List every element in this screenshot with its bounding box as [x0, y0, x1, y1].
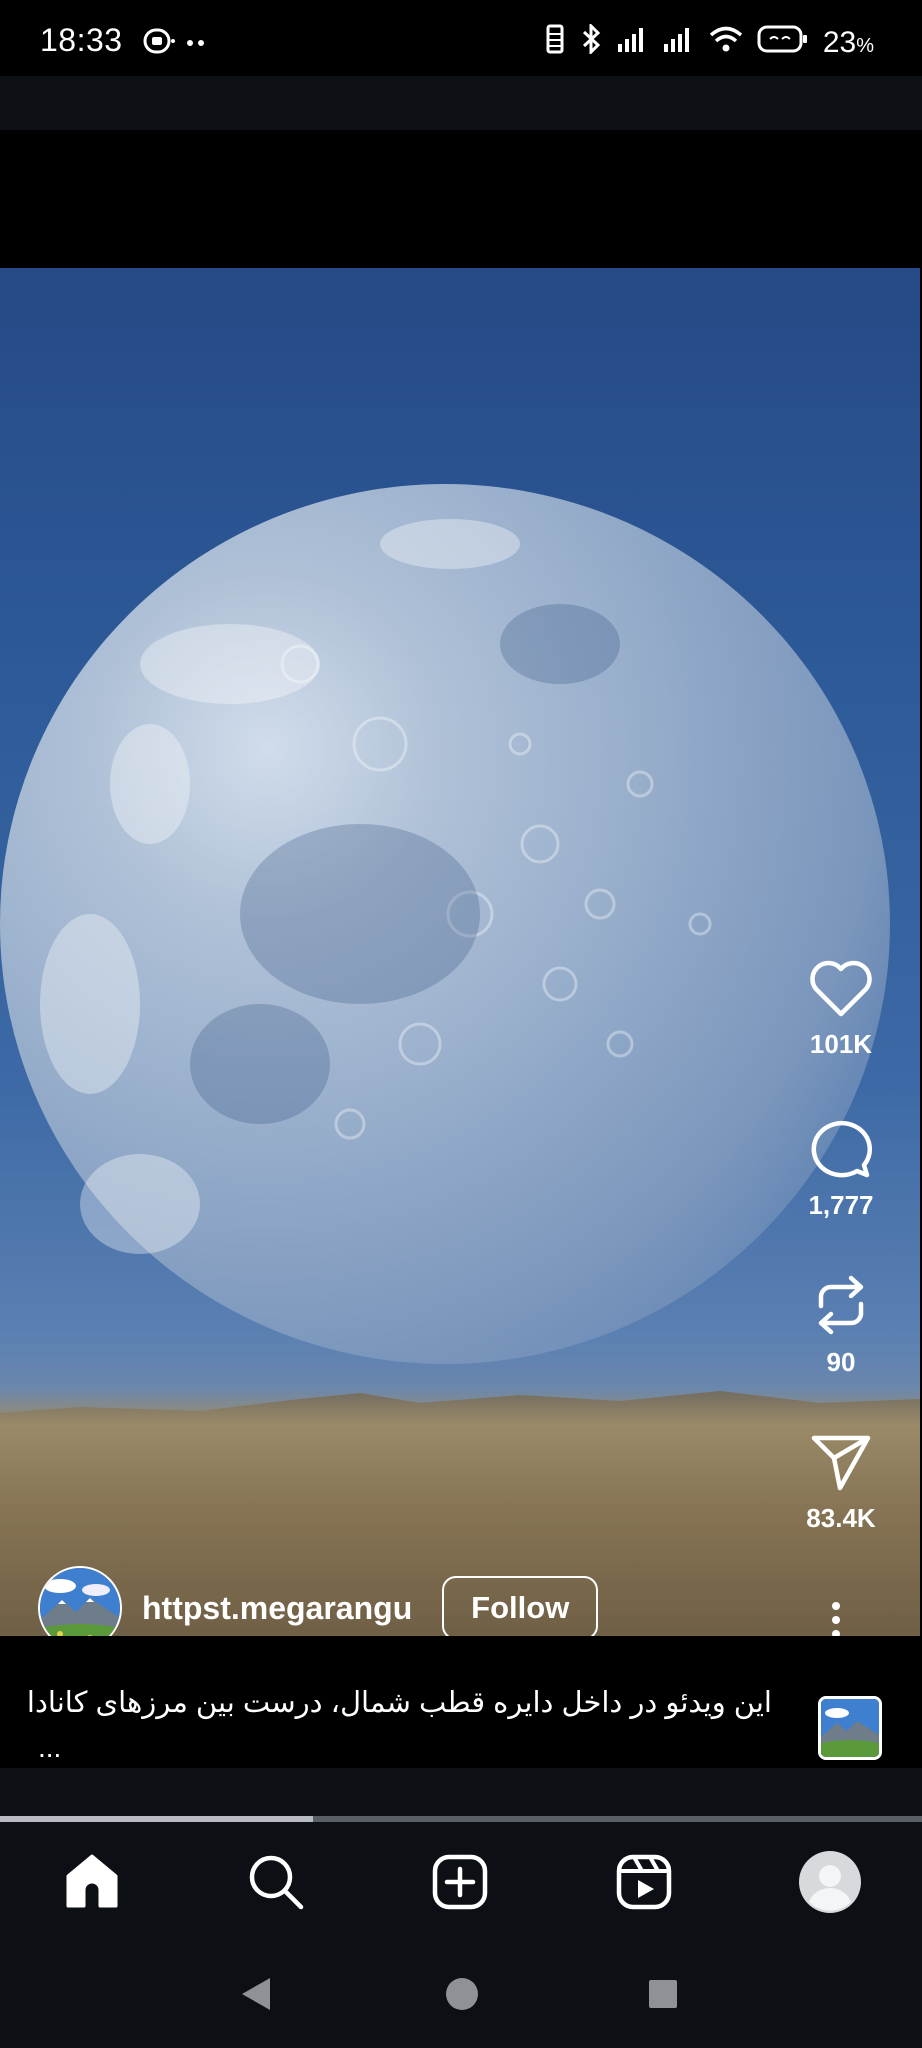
send-icon[interactable] — [810, 1435, 872, 1496]
comment-action[interactable]: 1,777 — [786, 1117, 896, 1221]
search-icon[interactable] — [246, 1852, 306, 1912]
author-username[interactable]: httpst.megarangu — [142, 1590, 412, 1627]
bluetooth-icon — [579, 22, 603, 62]
create-post-icon[interactable] — [430, 1852, 490, 1912]
vibrate-icon — [545, 24, 565, 62]
repost-count: 90 — [826, 1347, 856, 1377]
more-options-icon[interactable] — [830, 1600, 842, 1640]
more-notifications-icon — [186, 35, 206, 53]
audio-thumbnail[interactable] — [818, 1696, 882, 1760]
profile-avatar[interactable] — [798, 1850, 862, 1914]
share-count: 83.4K — [806, 1503, 876, 1533]
signal-icon-2 — [663, 26, 695, 60]
reels-icon[interactable] — [614, 1852, 674, 1912]
status-right-icons: 23% — [545, 22, 874, 62]
home-circle-icon[interactable] — [442, 1974, 482, 2019]
comment-icon[interactable] — [809, 1120, 873, 1183]
share-action[interactable]: 83.4K — [786, 1432, 896, 1534]
status-left-icons — [142, 26, 206, 61]
home-icon[interactable] — [62, 1852, 122, 1912]
comment-count: 1,777 — [808, 1190, 874, 1220]
wifi-icon — [709, 25, 743, 61]
top-strip — [0, 76, 922, 130]
caption-more[interactable]: ... — [38, 1732, 61, 1764]
battery-level: 23% — [822, 26, 874, 59]
heart-icon[interactable] — [809, 960, 873, 1022]
recents-icon[interactable] — [645, 1974, 681, 2019]
repost-icon[interactable] — [811, 1275, 871, 1340]
like-count: 101K — [809, 1029, 873, 1059]
letterbox-band — [0, 130, 922, 268]
status-time: 18:33 — [40, 22, 123, 58]
battery-icon — [757, 24, 809, 62]
like-action[interactable]: 101K — [786, 960, 896, 1060]
repost-action[interactable]: 90 — [786, 1274, 896, 1378]
moon-craters — [40, 519, 712, 1254]
spacer-strip — [0, 1768, 922, 1816]
reel-video[interactable] — [0, 268, 920, 1636]
back-icon[interactable] — [238, 1974, 274, 2019]
caption-text[interactable]: این ویدئو در داخل دایره قطب شمال، درست ب… — [27, 1685, 772, 1720]
notification-app-icon — [142, 26, 176, 61]
follow-button[interactable]: Follow — [442, 1576, 599, 1640]
signal-icon-1 — [617, 26, 649, 60]
